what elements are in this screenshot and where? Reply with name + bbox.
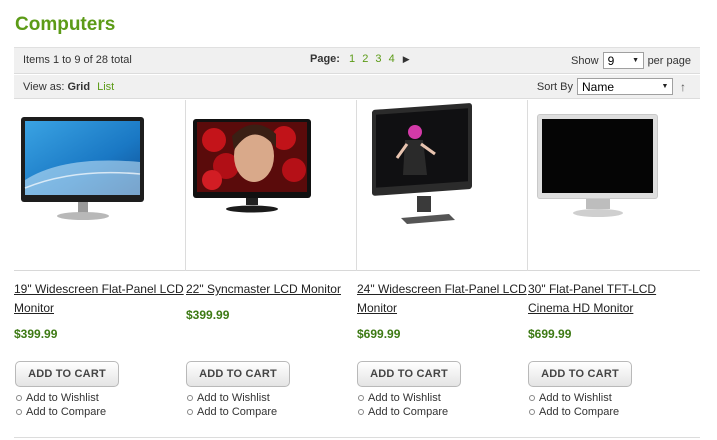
product-info-3: 24" Widescreen Flat-Panel LCD Monitor — [357, 280, 528, 318]
product-name-link[interactable]: 22" Syncmaster LCD Monitor — [186, 280, 354, 299]
pagination: Page: 1 2 3 4 ▶ — [310, 53, 410, 65]
add-to-wishlist-link[interactable]: Add to Wishlist — [15, 391, 106, 405]
page-label: Page: — [310, 53, 340, 65]
add-to-wishlist-link[interactable]: Add to Wishlist — [186, 391, 277, 405]
limit-select[interactable]: 9 ▼ — [602, 52, 644, 69]
sort-select[interactable]: Name ▼ — [577, 78, 673, 95]
product-name-link[interactable]: 19" Widescreen Flat-Panel LCD Monitor — [14, 280, 186, 318]
add-to-cart-button[interactable]: ADD TO CART — [357, 361, 461, 387]
product-actions: Add to Wishlist Add to Compare — [186, 391, 277, 419]
sort-by-label: Sort By — [536, 80, 573, 93]
product-price: $699.99 — [357, 327, 401, 341]
add-to-cart-button[interactable]: ADD TO CART — [528, 361, 632, 387]
chevron-down-icon: ▼ — [658, 79, 672, 94]
add-to-cart-button[interactable]: ADD TO CART — [15, 361, 119, 387]
add-to-wishlist-link[interactable]: Add to Wishlist — [357, 391, 448, 405]
product-name-link[interactable]: 30" Flat-Panel TFT-LCD Cinema HD Monitor — [528, 280, 688, 318]
product-image-1[interactable] — [14, 100, 185, 271]
chevron-down-icon: ▼ — [628, 53, 643, 68]
page-1[interactable]: 1 — [349, 53, 355, 65]
show-label: Show — [571, 54, 599, 67]
view-as-label: View as: — [23, 81, 65, 93]
product-actions: Add to Wishlist Add to Compare — [528, 391, 619, 419]
page-2[interactable]: 2 — [362, 53, 368, 65]
items-count: Items 1 to 9 of 28 total — [23, 54, 132, 66]
view-mode: View as: Grid List — [23, 81, 114, 93]
product-actions: Add to Wishlist Add to Compare — [15, 391, 106, 419]
product-price: $399.99 — [14, 327, 58, 341]
limit-value: 9 — [607, 53, 615, 68]
category-title: Computers — [15, 14, 116, 35]
add-to-compare-link[interactable]: Add to Compare — [528, 405, 619, 419]
per-page-label: per page — [647, 54, 691, 67]
product-image-3[interactable] — [356, 100, 527, 271]
sort-by: Sort By Name ▼ ↑ — [537, 78, 686, 95]
product-image-2[interactable] — [185, 100, 356, 271]
add-to-cart-button[interactable]: ADD TO CART — [186, 361, 290, 387]
next-page-icon[interactable]: ▶ — [403, 54, 410, 64]
product-info-1: 19" Widescreen Flat-Panel LCD Monitor — [14, 280, 185, 318]
sort-direction-icon[interactable]: ↑ — [680, 80, 686, 94]
product-info-2: 22" Syncmaster LCD Monitor — [186, 280, 357, 299]
sort-value: Name — [582, 79, 615, 94]
product-actions: Add to Wishlist Add to Compare — [357, 391, 448, 419]
view-grid: Grid — [67, 81, 91, 93]
view-list-link[interactable]: List — [97, 81, 114, 93]
add-to-wishlist-link[interactable]: Add to Wishlist — [528, 391, 619, 405]
product-name-link[interactable]: 24" Widescreen Flat-Panel LCD Monitor — [357, 280, 529, 318]
pager-toolbar: Items 1 to 9 of 28 total Page: 1 2 3 4 ▶… — [14, 47, 700, 74]
sorter-toolbar: View as: Grid List Sort By Name ▼ ↑ — [14, 75, 700, 99]
divider — [14, 437, 700, 438]
add-to-compare-link[interactable]: Add to Compare — [357, 405, 448, 419]
add-to-compare-link[interactable]: Add to Compare — [15, 405, 106, 419]
product-price: $399.99 — [186, 308, 230, 322]
add-to-compare-link[interactable]: Add to Compare — [186, 405, 277, 419]
page-3[interactable]: 3 — [375, 53, 381, 65]
product-info-4: 30" Flat-Panel TFT-LCD Cinema HD Monitor — [528, 280, 699, 318]
product-image-4[interactable] — [527, 100, 698, 271]
product-grid — [14, 100, 700, 271]
page-4[interactable]: 4 — [389, 53, 395, 65]
product-price: $699.99 — [528, 327, 572, 341]
limiter: Show 9 ▼ per page — [571, 52, 691, 69]
